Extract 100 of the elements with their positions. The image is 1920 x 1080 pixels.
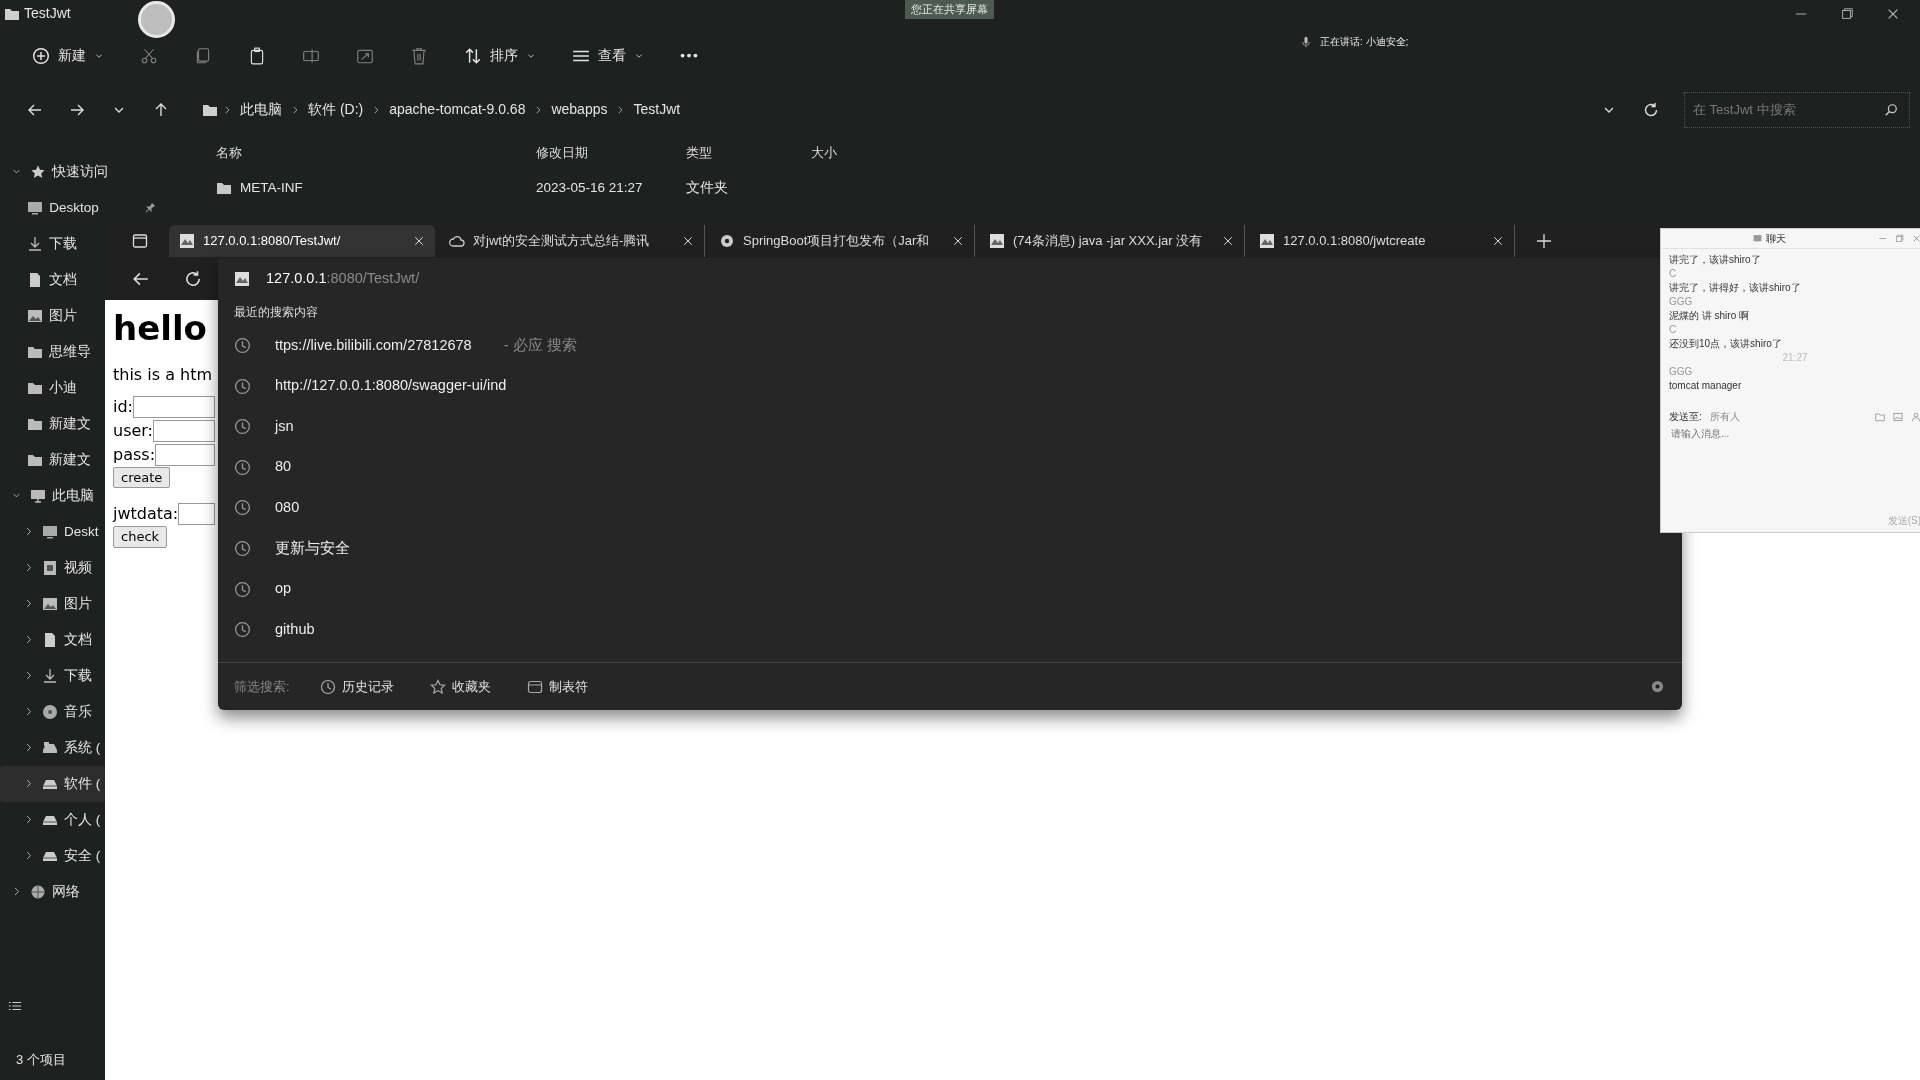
sort-button[interactable]: 排序 (454, 39, 546, 73)
nav-item[interactable]: 音乐 (0, 693, 98, 730)
reload-icon (184, 269, 202, 288)
page-text: this is a htm (113, 363, 214, 386)
nav-item[interactable]: Desktop (0, 189, 162, 226)
view-button[interactable]: 查看 (562, 39, 654, 73)
breadcrumb-item[interactable]: webapps (547, 97, 612, 123)
text-field[interactable] (155, 443, 215, 466)
text-field[interactable] (133, 395, 215, 418)
suggestion-item[interactable]: 080 (218, 487, 310, 529)
suggestion-item[interactable]: 80 (218, 447, 302, 488)
browser-tab[interactable]: 127.0.0.1:8080/jwtcreate (1249, 225, 1515, 257)
message-input[interactable]: 请输入消息... (1669, 424, 1920, 464)
doc-icon (42, 631, 58, 648)
nav-item[interactable]: 文档 (0, 261, 84, 298)
nav-item[interactable]: 此电脑 (0, 477, 100, 514)
pc-icon (30, 487, 46, 504)
file-date: 2023-05-16 21:27 (536, 178, 644, 197)
file-type: 文件夹 (686, 178, 728, 197)
nav-item[interactable]: Deskt (0, 513, 105, 550)
search-field[interactable]: 在 TestJwt 中搜索 (1684, 91, 1910, 128)
nav-item[interactable]: 新建文 (0, 405, 98, 442)
download-icon (27, 235, 44, 252)
text-field[interactable] (153, 419, 215, 442)
nav-item[interactable]: 网络 (0, 873, 86, 910)
file-row[interactable]: META-INF 2023-05-16 21:27 文件夹 (216, 169, 1920, 206)
nav-item[interactable]: 下载 (0, 225, 84, 262)
pin-icon (144, 202, 156, 214)
nav-item[interactable]: 小迪 (0, 369, 84, 406)
filter-button[interactable]: 历史记录 (313, 672, 400, 701)
suggestion-item[interactable]: http://127.0.0.1:8080/swagger-ui/ind (218, 365, 517, 407)
suggestion-item[interactable]: github (218, 609, 325, 650)
column-header[interactable]: 大小 (811, 143, 911, 163)
suggestion-item[interactable]: 更新与安全 (218, 528, 360, 569)
tab-icon (526, 678, 543, 695)
close-icon (1886, 7, 1900, 21)
browser-tab[interactable]: 对jwt的安全测试方式总结-腾讯 (439, 225, 705, 257)
message-time: 21:27 (1781, 351, 1809, 365)
nav-item[interactable]: 新建文 (0, 441, 98, 478)
nav-item[interactable]: 图片 (0, 585, 98, 622)
share-banner: 您正在共享屏幕 (905, 0, 994, 19)
nav-item[interactable]: 下载 (0, 657, 98, 694)
chat-message: 还没到10点，该讲shiro了 (1669, 337, 1783, 351)
nav-item[interactable]: 图片 (0, 297, 84, 334)
history-icon (234, 337, 251, 355)
create-button[interactable]: create (113, 466, 171, 489)
search-icon (1884, 102, 1898, 117)
breadcrumb-item[interactable]: apache-tomcat-9.0.68 (385, 97, 530, 123)
filter-label: 筛选搜索: (234, 677, 290, 696)
field-label: user: (113, 419, 153, 442)
nav-item[interactable]: 视频 (0, 549, 98, 586)
plus-icon (1536, 233, 1552, 249)
column-header[interactable]: 名称 (216, 143, 536, 163)
nav-item[interactable]: 思维导 (0, 333, 98, 370)
settings-icon (1650, 679, 1665, 694)
new-button[interactable]: 新建 (22, 39, 114, 73)
nav-item[interactable]: 软件 ( (0, 765, 107, 802)
page-icon (989, 233, 1005, 249)
address-field[interactable]: 127.0.0.1:8080/TestJwt/ (266, 268, 420, 290)
nav-item[interactable]: 系统 ( (0, 729, 107, 766)
browser-tab[interactable]: SpringBoot项目打包发布（Jar和 (709, 225, 975, 257)
nav-item[interactable]: 文档 (0, 621, 98, 658)
column-header[interactable]: 修改日期 (536, 143, 686, 163)
chat-icon (1753, 234, 1762, 243)
nav-item[interactable]: 快速访问 (0, 153, 114, 190)
refresh-icon (1643, 101, 1659, 118)
chat-message: 讲完了，该讲shiro了 (1669, 253, 1762, 267)
picture-icon (42, 595, 58, 612)
nav-item[interactable]: 个人 ( (0, 801, 107, 838)
history-icon (234, 499, 251, 517)
picture-icon (27, 307, 44, 324)
nav-item[interactable]: 安全 ( (0, 837, 107, 874)
field-label: id: (113, 395, 133, 418)
sort-icon (464, 46, 482, 65)
suggestion-item[interactable]: op (218, 568, 302, 610)
maximize-icon[interactable] (1895, 234, 1904, 243)
browser-tab[interactable]: (74条消息) java -jar XXX.jar 没有 (979, 225, 1245, 257)
history-icon (234, 621, 251, 639)
more-icon (680, 53, 698, 59)
restore-icon (1840, 7, 1854, 21)
image-icon[interactable] (1893, 411, 1903, 422)
page-heading: hello (113, 308, 208, 349)
recipient-dropdown[interactable]: 所有人 (1709, 409, 1740, 424)
suggestion-item[interactable]: ttps://live.bilibili.com/27812678 - 必应 搜索 (218, 325, 587, 366)
column-header[interactable]: 类型 (686, 143, 811, 163)
breadcrumb-item[interactable]: 此电脑 (236, 97, 286, 123)
filter-button[interactable]: 收藏夹 (423, 672, 497, 701)
check-button[interactable]: check (113, 526, 168, 548)
text-field[interactable] (178, 503, 215, 526)
sender-name: GGG (1669, 295, 1694, 309)
download-icon (42, 667, 58, 684)
browser-tab[interactable]: 127.0.0.1:8080/TestJwt/ (169, 225, 435, 257)
breadcrumb-item[interactable]: 软件 (D:) (304, 97, 368, 123)
network-icon (30, 883, 46, 900)
gear-icon (719, 233, 735, 249)
suggestion-item[interactable]: jsn (218, 406, 304, 448)
rename-icon (302, 46, 320, 65)
breadcrumb-item[interactable]: TestJwt (629, 97, 685, 123)
filter-button[interactable]: 制表符 (520, 672, 594, 701)
window-title: TestJwt (24, 4, 71, 24)
